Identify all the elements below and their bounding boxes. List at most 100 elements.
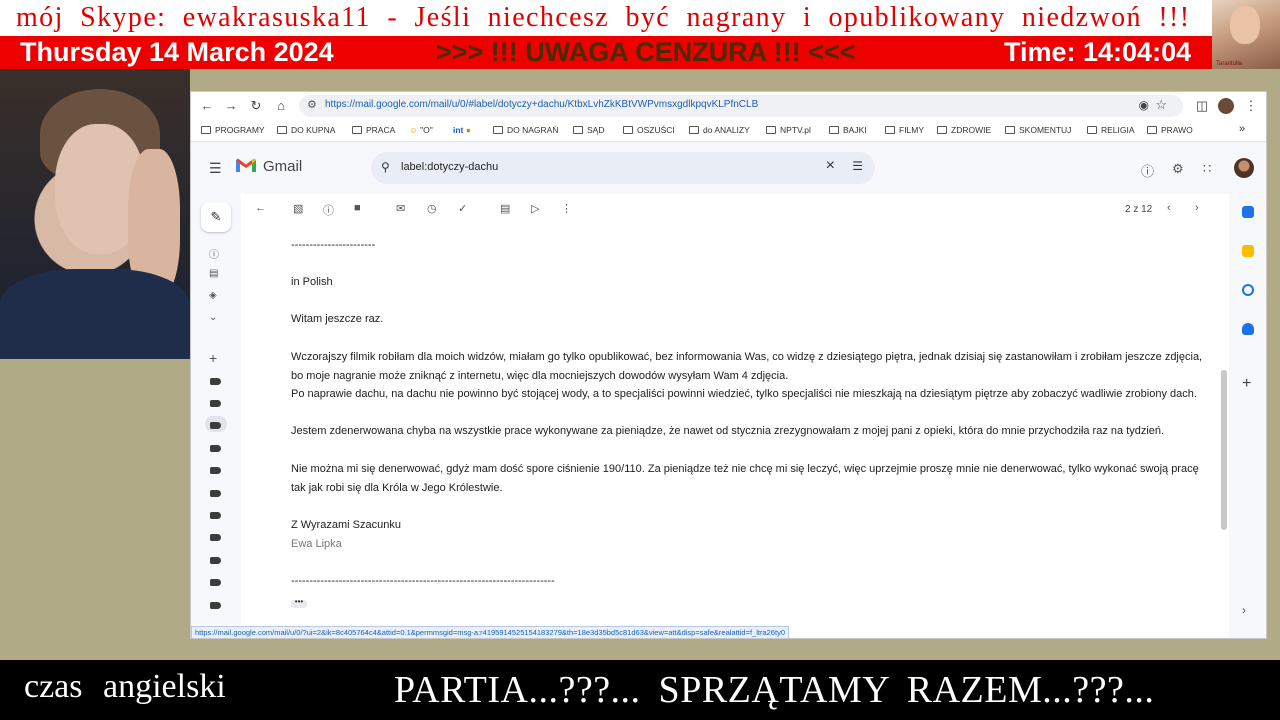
snooze-clock-icon[interactable]: ◷ (427, 202, 437, 215)
add-addon-plus-icon[interactable]: + (1242, 376, 1254, 392)
folder-icon (573, 126, 583, 134)
search-options-icon[interactable]: ☰ (852, 159, 863, 173)
site-info-icon[interactable]: ⚙ (307, 98, 317, 111)
hide-panel-chevron-icon[interactable]: › (1242, 604, 1254, 616)
address-bar[interactable]: ⚙ https://mail.google.com/mail/u/0/#labe… (299, 95, 1183, 117)
bookmark-site[interactable]: int ● (453, 125, 471, 135)
avatar-face (1230, 6, 1260, 44)
closing: Z Wyrazami Szacunku (291, 519, 401, 531)
compose-pencil-icon[interactable]: ✎ (201, 202, 231, 232)
mail-search-box[interactable]: ⚲ label:dotyczy-dachu × ☰ (371, 152, 875, 184)
bookmark-folder[interactable]: PROGRAMY (201, 125, 265, 135)
folder-icon (623, 126, 633, 134)
banner-date: Thursday 14 March 2024 (20, 37, 334, 67)
paragraph-4: Nie można mi się denerwować, gdyż mam do… (291, 463, 1199, 494)
gmail-wordmark[interactable]: Gmail (263, 158, 302, 175)
bookmark-star-icon[interactable]: ☆ (1155, 97, 1167, 113)
home-icon[interactable]: ⌂ (273, 98, 289, 114)
archive-icon[interactable]: ▧ (293, 202, 303, 215)
bookmark-folder[interactable]: PRAWO (1147, 125, 1193, 135)
scrollbar-thumb[interactable] (1221, 370, 1227, 530)
folder-icon (1087, 126, 1097, 134)
bookmark-folder[interactable]: SKOMENTUJ (1005, 125, 1071, 135)
folder-icon (493, 126, 503, 134)
label-icon[interactable] (210, 512, 221, 519)
account-avatar[interactable] (1234, 158, 1254, 178)
bookmark-folder[interactable]: do ANALIZY (689, 125, 750, 135)
skype-banner-text: mój Skype: ewakrasuska11 - Jeśli niechce… (16, 2, 1191, 33)
more-bookmarks-icon[interactable]: » (1239, 123, 1245, 135)
bookmark-folder[interactable]: BAJKI (829, 125, 867, 135)
label-icon[interactable] (210, 534, 221, 541)
search-icon[interactable]: ⚲ (381, 160, 390, 174)
older-chevron-left-icon[interactable]: ‹ (1167, 202, 1171, 214)
delete-trash-icon[interactable]: ■ (354, 202, 361, 214)
calendar-icon[interactable] (1242, 206, 1254, 218)
bookmark-folder[interactable]: DO NAGRAŃ (493, 125, 558, 135)
rainbow-icon: ● (465, 125, 471, 135)
label-icon[interactable] (210, 422, 221, 429)
label-icon[interactable] (210, 467, 221, 474)
label-icon[interactable] (210, 579, 221, 586)
signature: Ewa Lipka (291, 538, 342, 550)
more-chevron-down-icon[interactable]: ⌄ (209, 312, 217, 323)
more-options-icon[interactable]: ⋮ (561, 202, 572, 215)
label-icon[interactable] (210, 490, 221, 497)
folder-icon (352, 126, 362, 134)
label-icon[interactable] (210, 557, 221, 564)
settings-gear-icon[interactable]: ⚙ (1172, 161, 1184, 177)
browser-menu-icon[interactable]: ⋮ (1243, 98, 1259, 114)
paragraph-3: Jestem zdenerwowana chyba na wszystkie p… (291, 425, 1165, 437)
apps-grid-icon[interactable]: ∷ (1203, 161, 1211, 177)
label-icon[interactable] (210, 602, 221, 609)
folder-icon (201, 126, 211, 134)
bookmark-folder[interactable]: OSZUŚCI (623, 125, 675, 135)
search-input[interactable]: label:dotyczy-dachu (401, 161, 498, 173)
bookmark-folder[interactable]: PRACA (352, 125, 395, 135)
show-trimmed-content-button[interactable]: ••• (291, 598, 307, 608)
bookmark-folder[interactable]: RELIGIA (1087, 125, 1135, 135)
label-tag-icon[interactable]: ▷ (531, 202, 539, 215)
bookmark-folder[interactable]: SĄD (573, 125, 604, 135)
ticker-left-text: czas angielski (24, 668, 226, 705)
newer-chevron-right-icon[interactable]: › (1195, 202, 1199, 214)
move-to-icon[interactable]: ▤ (500, 202, 510, 215)
contacts-icon[interactable] (1242, 323, 1254, 335)
all-mail-icon[interactable]: ▤ (209, 268, 218, 279)
labels-tag-icon[interactable]: ◈ (209, 290, 217, 301)
gmail-logo-icon[interactable] (235, 157, 257, 173)
add-task-icon[interactable]: ✓ (458, 202, 467, 215)
clear-search-icon[interactable]: × (826, 157, 835, 175)
paragraph-1: Wczorajszy filmik robiłam dla moich widz… (291, 351, 1203, 382)
sidebar-toggle-icon[interactable]: ◫ (1194, 98, 1210, 114)
tasks-icon[interactable] (1242, 284, 1254, 296)
profile-avatar[interactable] (1218, 98, 1234, 114)
folder-icon (1005, 126, 1015, 134)
smiley-icon: ☺ (409, 125, 418, 135)
bookmark-folder[interactable]: NPTV.pl (766, 125, 811, 135)
add-label-plus-icon[interactable]: + (209, 350, 217, 366)
help-icon[interactable]: ⓘ (1141, 161, 1154, 180)
bookmark-emoji[interactable]: ☺ "O" (409, 125, 433, 135)
important-icon[interactable]: ⓘ (209, 246, 219, 261)
forward-arrow-icon[interactable]: → (223, 98, 239, 114)
report-spam-icon[interactable]: ⓘ (323, 202, 334, 218)
folder-icon (766, 126, 776, 134)
mark-unread-icon[interactable]: ✉ (396, 202, 405, 215)
bookmark-folder[interactable]: ZDROWIE (937, 125, 991, 135)
back-arrow-icon[interactable]: ← (199, 98, 215, 114)
keep-icon[interactable] (1242, 245, 1254, 257)
label-icon[interactable] (210, 445, 221, 452)
info-banner: Thursday 14 March 2024 >>> !!! UWAGA CEN… (0, 36, 1212, 69)
eye-icon[interactable]: ◉ (1139, 98, 1149, 112)
bookmark-folder[interactable]: FILMY (885, 125, 924, 135)
label-icon[interactable] (210, 400, 221, 407)
greeting: Witam jeszcze raz. (291, 313, 384, 325)
label-icon[interactable] (210, 378, 221, 385)
channel-avatar: Tarantulla (1212, 0, 1280, 69)
back-to-list-icon[interactable]: ← (255, 202, 266, 214)
reload-icon[interactable]: ↻ (248, 98, 264, 114)
bookmark-folder[interactable]: DO KUPNA (277, 125, 335, 135)
main-menu-icon[interactable]: ☰ (209, 160, 222, 177)
address-url[interactable]: https://mail.google.com/mail/u/0/#label/… (325, 99, 758, 110)
